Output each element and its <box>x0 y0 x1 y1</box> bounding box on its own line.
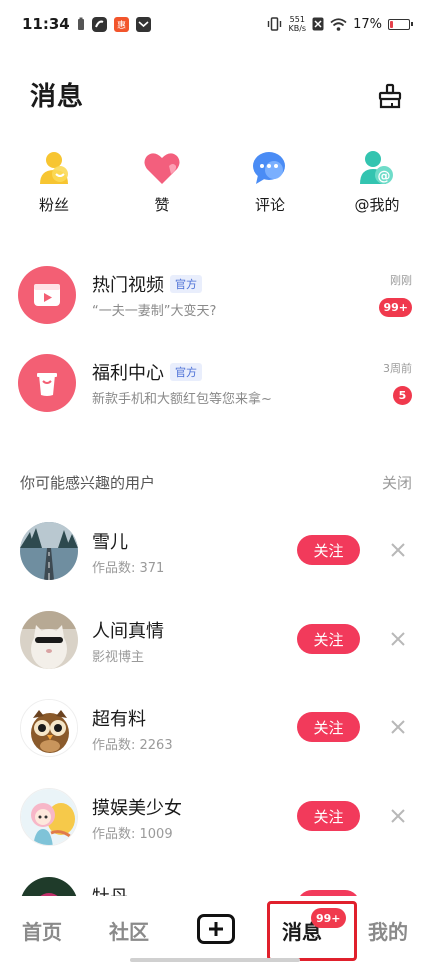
message-title: 热门视频 <box>92 275 164 296</box>
battery-level <box>390 20 393 28</box>
svg-text:@: @ <box>378 169 391 184</box>
quick-entry-comments[interactable]: 评论 <box>230 148 310 215</box>
close-icon[interactable] <box>388 540 408 560</box>
mail-icon <box>135 16 151 32</box>
suggestion-title: 你可能感兴趣的用户 <box>20 474 156 492</box>
message-subtitle: 新款手机和大额红包等您来拿~ <box>92 392 272 407</box>
quick-entry-fans[interactable]: 粉丝 <box>14 148 94 215</box>
create-button[interactable] <box>197 914 235 944</box>
user-name: 雪儿 <box>92 532 128 553</box>
quick-entries: 粉丝 赞 评论 @ @我的 <box>0 148 432 218</box>
close-icon[interactable] <box>388 806 408 826</box>
suggestion-header: 你可能感兴趣的用户 关闭 <box>0 472 432 496</box>
wifi-icon <box>330 17 347 31</box>
follow-button[interactable]: 关注 <box>297 712 360 742</box>
quick-entry-label: 赞 <box>154 196 170 214</box>
follow-button[interactable]: 关注 <box>297 801 360 831</box>
quick-entry-label: @我的 <box>354 196 400 214</box>
road-avatar <box>20 522 78 580</box>
gift-bag-icon <box>37 373 57 396</box>
battery-saver-icon <box>77 17 84 30</box>
app-icon <box>91 16 107 32</box>
battery-percent: 17% <box>353 16 382 32</box>
status-time: 11:34 <box>22 15 70 33</box>
nav-profile[interactable]: 我的 <box>368 916 408 945</box>
message-row-welfare-center[interactable]: 福利中心 官方 新款手机和大额红包等您来拿~ 3周前 5 <box>0 354 432 424</box>
user-name: 超有料 <box>92 709 146 730</box>
net-speed-unit: KB/s <box>288 24 307 33</box>
quick-entry-likes[interactable]: 赞 <box>122 148 202 215</box>
status-bar: 11:34 惠 551 KB/s 17% <box>0 0 432 48</box>
plus-icon <box>209 922 223 936</box>
nav-community[interactable]: 社区 <box>109 916 149 945</box>
unread-badge: 5 <box>393 386 412 405</box>
message-time: 刚刚 <box>390 274 412 287</box>
net-speed-value: 551 <box>289 15 305 24</box>
follow-button[interactable]: 关注 <box>297 535 360 565</box>
owl-avatar <box>21 700 77 756</box>
anime-girl-avatar <box>21 789 77 845</box>
battery-icon <box>388 18 413 30</box>
message-subtitle: “一夫一妻制”大变天? <box>92 304 217 319</box>
follow-button[interactable]: 关注 <box>297 624 360 654</box>
comment-icon <box>253 152 285 184</box>
official-tag: 官方 <box>170 363 202 381</box>
notification-app-icon: 惠 <box>113 16 129 32</box>
suggestion-close-button[interactable]: 关闭 <box>382 472 412 493</box>
home-indicator <box>130 958 300 962</box>
suggested-user-row[interactable]: 雪儿 作品数: 371 关注 <box>0 522 432 582</box>
cat-avatar <box>20 611 78 669</box>
user-name: 人间真情 <box>92 621 164 642</box>
suggested-user-row[interactable]: 超有料 作品数: 2263 关注 <box>0 699 432 759</box>
fans-icon <box>40 152 68 184</box>
message-time: 3周前 <box>383 362 412 375</box>
user-avatar[interactable] <box>20 522 78 580</box>
message-row-hot-videos[interactable]: 热门视频 官方 “一夫一妻制”大变天? 刚刚 99+ <box>0 266 432 336</box>
nav-messages-badge: 99+ <box>311 908 346 928</box>
user-name: 摸娱美少女 <box>92 798 182 819</box>
unread-badge: 99+ <box>379 298 412 317</box>
user-avatar[interactable] <box>20 699 78 757</box>
quick-entry-label: 评论 <box>254 196 285 214</box>
user-subtitle: 作品数: 1009 <box>92 827 173 842</box>
close-icon[interactable] <box>388 629 408 649</box>
user-subtitle: 影视博主 <box>92 650 145 665</box>
bottom-nav: 首页 社区 消息 99+ 我的 <box>0 896 432 964</box>
quick-entry-mentions[interactable]: @ @我的 <box>337 148 417 215</box>
welfare-avatar <box>18 354 76 412</box>
suggested-user-row[interactable]: 人间真情 影视博主 关注 <box>0 611 432 671</box>
official-tag: 官方 <box>170 275 202 293</box>
broom-icon[interactable] <box>376 82 404 110</box>
page-header: 消息 <box>0 70 432 120</box>
sim-off-icon <box>312 17 324 31</box>
suggested-user-row[interactable]: 摸娱美少女 作品数: 1009 关注 <box>0 788 432 848</box>
video-icon <box>34 284 60 306</box>
hot-video-avatar <box>18 266 76 324</box>
message-title: 福利中心 <box>92 363 164 384</box>
quick-entry-label: 粉丝 <box>38 196 69 214</box>
user-avatar[interactable] <box>20 788 78 846</box>
user-avatar[interactable] <box>20 611 78 669</box>
user-subtitle: 作品数: 2263 <box>92 738 173 753</box>
at-icon: @ <box>360 151 393 184</box>
svg-text:惠: 惠 <box>117 19 126 31</box>
close-icon[interactable] <box>388 717 408 737</box>
user-subtitle: 作品数: 371 <box>92 561 165 576</box>
vibrate-icon <box>268 17 282 31</box>
net-speed: 551 KB/s <box>288 15 306 33</box>
page-title: 消息 <box>30 82 85 112</box>
nav-home[interactable]: 首页 <box>22 916 62 945</box>
heart-icon <box>144 153 180 184</box>
